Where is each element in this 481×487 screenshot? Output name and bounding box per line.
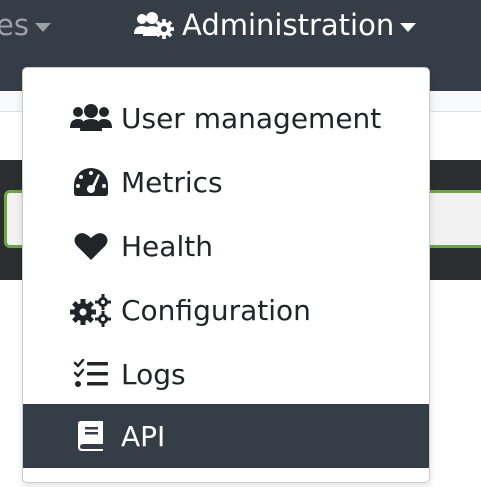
tasks-icon <box>69 354 113 394</box>
menu-item-label: Logs <box>121 357 186 391</box>
menu-item-label: Metrics <box>121 165 223 199</box>
users-icon <box>69 98 113 138</box>
menu-item-metrics[interactable]: Metrics <box>23 150 429 214</box>
users-cog-icon <box>132 10 174 40</box>
caret-down-icon <box>400 22 417 32</box>
menu-item-logs[interactable]: Logs <box>23 342 429 406</box>
book-icon <box>69 416 113 456</box>
administration-dropdown-menu: User management Metrics Health Configura… <box>22 67 430 483</box>
menu-item-label: API <box>121 419 166 453</box>
nav-dropdown-entities[interactable]: es <box>0 0 51 50</box>
cogs-icon <box>69 290 113 330</box>
menu-item-api[interactable]: API <box>23 404 429 468</box>
tachometer-icon <box>69 162 113 202</box>
menu-item-label: Health <box>121 229 213 263</box>
menu-item-health[interactable]: Health <box>23 214 429 278</box>
menu-item-configuration[interactable]: Configuration <box>23 278 429 342</box>
nav-dropdown-label: es <box>0 8 29 42</box>
menu-item-label: Configuration <box>121 293 311 327</box>
caret-down-icon <box>34 22 51 32</box>
menu-item-label: User management <box>121 101 382 135</box>
nav-administration-label: Administration <box>182 8 395 42</box>
nav-dropdown-administration[interactable]: Administration <box>132 0 417 50</box>
heart-icon <box>69 226 113 266</box>
menu-item-user-management[interactable]: User management <box>23 86 429 150</box>
